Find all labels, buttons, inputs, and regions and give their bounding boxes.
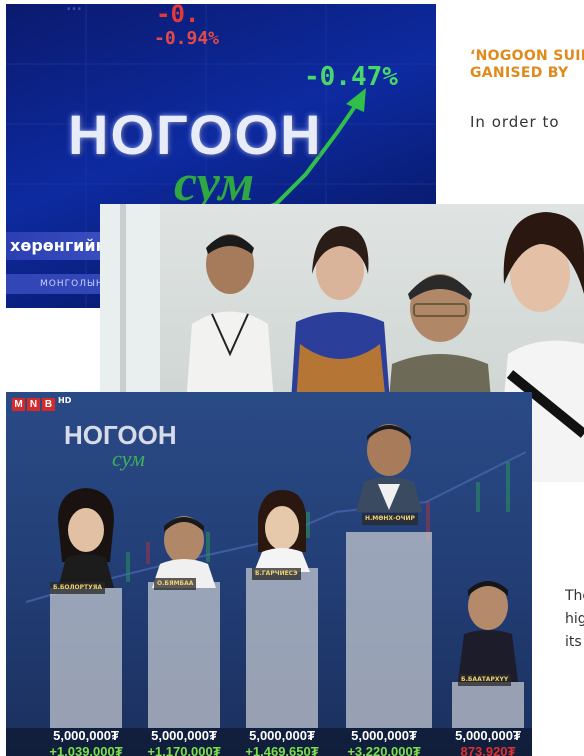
participant-name-tag: Б.БААТАРХҮҮ bbox=[458, 674, 512, 686]
article-body-line-1: The bbox=[565, 588, 584, 604]
investment-gain-value: +1,469,650₮ bbox=[245, 744, 319, 756]
investment-base-value: 5,000,000₮ bbox=[351, 728, 417, 743]
article-title: ‘NOGOON SUIKH GANISED BY bbox=[470, 48, 584, 82]
investment-base-value: 5,000,000₮ bbox=[455, 728, 521, 743]
ticker-negative-2: -0.94% bbox=[154, 28, 220, 49]
portrait-5 bbox=[458, 581, 518, 682]
investment-gain-value: +1,170,000₮ bbox=[147, 744, 221, 756]
ticker-value: -0.47% bbox=[304, 62, 398, 92]
article-title-line-2: GANISED BY bbox=[470, 65, 569, 81]
investment-gain-value: +1,039,000₮ bbox=[49, 744, 123, 756]
participant-name-tag: Б.ГАРЧИЕСЭ bbox=[252, 568, 301, 580]
article-body-line-3: its bbox=[565, 634, 582, 650]
portrait-1 bbox=[58, 488, 114, 588]
results-screen-image: M N B HD НОГООН сум Б.БОЛОРТУЯА О.БЯМБАА… bbox=[6, 392, 532, 756]
ticker-negative-1: -0. bbox=[156, 4, 200, 28]
participant-name-tag: Б.БОЛОРТУЯА bbox=[50, 582, 105, 594]
portrait-3 bbox=[254, 490, 310, 572]
investment-base-value: 5,000,000₮ bbox=[249, 728, 315, 743]
article-body-fragment: The hig its bbox=[565, 585, 584, 654]
investment-loss-value: 873,920₮ bbox=[460, 744, 516, 756]
article-title-line-1: ‘NOGOON SUIKH bbox=[470, 48, 584, 64]
ticker-top: ... bbox=[66, 4, 82, 14]
investment-base-value: 5,000,000₮ bbox=[53, 728, 119, 743]
participant-name-tag: Н.МӨНХ-ОЧИР bbox=[362, 513, 418, 525]
investment-gain-value: +3,220,000₮ bbox=[347, 744, 421, 756]
portrait-4 bbox=[356, 424, 422, 512]
article-body-line-2: hig bbox=[565, 611, 584, 627]
participant-name-tag: О.БЯМБАА bbox=[154, 578, 197, 590]
investment-base-value: 5,000,000₮ bbox=[151, 728, 217, 743]
article-lead-text: In order to bbox=[470, 113, 560, 131]
